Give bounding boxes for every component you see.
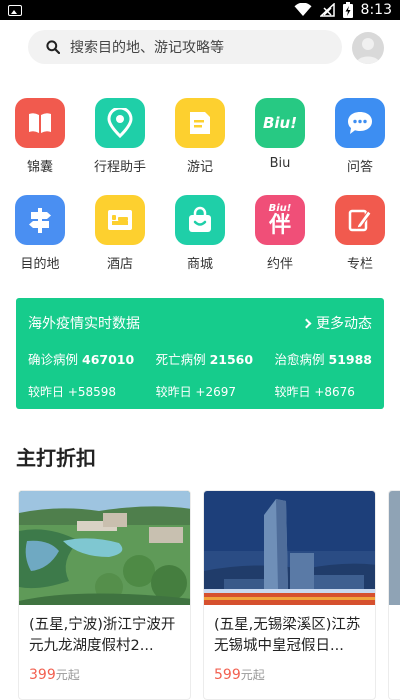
stat-deaths: 死亡病例 21560 较昨日 +2697 — [155, 352, 254, 399]
feature-item-qa[interactable]: 问答 — [335, 98, 385, 175]
feature-item-column[interactable]: 专栏 — [335, 195, 385, 272]
shopping-bag-icon — [175, 195, 225, 245]
book-icon — [15, 98, 65, 148]
covid-stats: 确诊病例 467010 较昨日 +58598 死亡病例 21560 较昨日 +2… — [28, 349, 372, 400]
feature-item-hotel[interactable]: 酒店 — [95, 195, 145, 272]
covid-title: 海外疫情实时数据 — [28, 316, 140, 332]
more-news-link[interactable]: 更多动态 — [301, 313, 372, 333]
deal-card[interactable]: (五星,无锡梁溪区)江苏无锡城中皇冠假日... 599元起 — [203, 490, 376, 700]
deal-photo — [389, 491, 400, 605]
deal-card-peek[interactable] — [388, 490, 400, 700]
notes-icon — [175, 98, 225, 148]
feature-grid: 锦囊 行程助手 游记 Biu! Biu 问答 目的地 酒店 商城 Biu! 伴 … — [0, 98, 400, 272]
status-icons: 8:13 — [294, 2, 392, 18]
feature-item-jinnang[interactable]: 锦囊 — [15, 98, 65, 175]
feature-row: 锦囊 行程助手 游记 Biu! Biu 问答 — [0, 98, 400, 175]
gallery-icon — [8, 4, 22, 16]
status-bar: 8:13 — [0, 0, 400, 20]
feature-item-travelnotes[interactable]: 游记 — [175, 98, 225, 175]
feature-item-companion[interactable]: Biu! 伴 约伴 — [255, 195, 305, 272]
avatar[interactable] — [352, 32, 384, 64]
deal-title: (五星,无锡梁溪区)江苏无锡城中皇冠假日... — [214, 617, 361, 654]
deal-price: 399元起 — [29, 667, 80, 683]
search-icon — [46, 40, 60, 54]
search-input[interactable]: 搜索目的地、游记攻略等 — [70, 37, 224, 57]
signpost-icon — [15, 195, 65, 245]
section-title: 主打折扣 — [16, 446, 96, 470]
user-silhouette-icon — [356, 38, 380, 64]
hotel-photo — [204, 491, 375, 605]
signal-icon — [319, 3, 335, 17]
feature-row: 目的地 酒店 商城 Biu! 伴 约伴 专栏 — [0, 195, 400, 272]
feature-item-biu[interactable]: Biu! Biu — [255, 98, 305, 175]
stat-recovered: 治愈病例 51988 较昨日 +8676 — [274, 352, 373, 399]
search-bar[interactable]: 搜索目的地、游记攻略等 — [28, 30, 342, 64]
resort-photo — [19, 491, 190, 605]
hotel-bed-icon — [95, 195, 145, 245]
chat-bubble-icon — [335, 98, 385, 148]
deal-carousel[interactable]: (五星,宁波)浙江宁波开元九龙湖度假村2... 399元起 (五星,无锡梁溪区)… — [18, 490, 400, 700]
chevron-right-icon — [301, 318, 312, 328]
feature-item-itinerary[interactable]: 行程助手 — [87, 98, 153, 175]
feature-item-shop[interactable]: 商城 — [175, 195, 225, 272]
companion-icon: Biu! 伴 — [255, 195, 305, 245]
wifi-icon — [294, 3, 312, 16]
deal-price: 599元起 — [214, 667, 265, 683]
location-pin-icon — [95, 98, 145, 148]
feature-item-destination[interactable]: 目的地 — [15, 195, 65, 272]
pen-icon — [335, 195, 385, 245]
battery-icon — [342, 2, 353, 18]
deal-card[interactable]: (五星,宁波)浙江宁波开元九龙湖度假村2... 399元起 — [18, 490, 191, 700]
stat-confirmed: 确诊病例 467010 较昨日 +58598 — [28, 352, 135, 399]
clock: 8:13 — [360, 2, 392, 18]
biu-icon: Biu! — [255, 98, 305, 148]
covid-data-banner[interactable]: 海外疫情实时数据 更多动态 确诊病例 467010 较昨日 +58598 死亡病… — [16, 298, 384, 409]
deal-title: (五星,宁波)浙江宁波开元九龙湖度假村2... — [29, 617, 176, 654]
